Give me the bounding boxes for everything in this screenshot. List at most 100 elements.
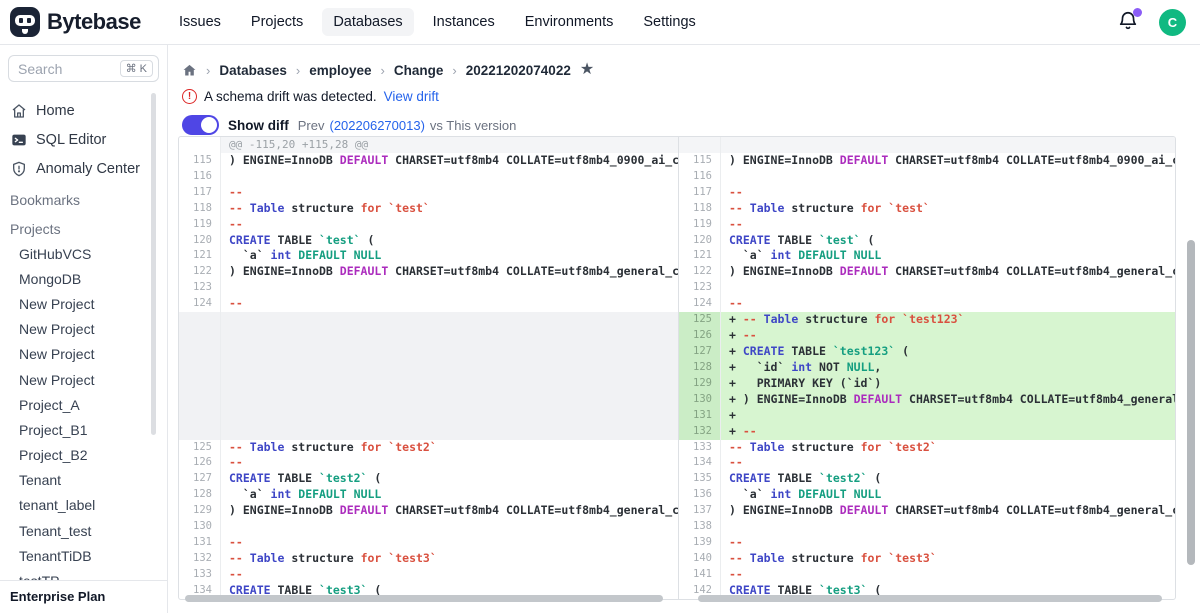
breadcrumb-item[interactable]: Change	[394, 63, 444, 78]
sidebar-item-sql-editor[interactable]: SQL Editor	[0, 125, 167, 154]
show-diff-toggle[interactable]	[182, 115, 219, 135]
diff-row: 121 `a` int DEFAULT NULL121 `a` int DEFA…	[179, 248, 1175, 264]
diff-line-number: 131	[179, 535, 221, 551]
search-input[interactable]: Search ⌘ K	[8, 55, 159, 82]
sidebar-project-item[interactable]: New Project	[0, 317, 167, 342]
main-vertical-scrollbar[interactable]	[1187, 240, 1195, 565]
sidebar-project-item[interactable]: Tenant_test	[0, 518, 167, 543]
sidebar-section-projects[interactable]: Projects	[0, 212, 167, 241]
diff-hunk-header: @@ -115,20 +115,28 @@	[221, 137, 678, 153]
sidebar-project-item[interactable]: Project_B1	[0, 417, 167, 442]
nav-item-environments[interactable]: Environments	[514, 8, 625, 36]
diff-code-line: `a` int DEFAULT NULL	[221, 487, 678, 503]
diff-left-side: 115) ENGINE=InnoDB DEFAULT CHARSET=utf8m…	[179, 153, 678, 169]
diff-toolbar: Show diff Prev (202206270013) vs This ve…	[168, 104, 1200, 135]
diff-code-line: CREATE TABLE `test` (	[221, 233, 678, 249]
diff-right-horizontal-scrollbar[interactable]	[698, 595, 1162, 602]
diff-code-line	[221, 169, 678, 185]
diff-line-number: 125	[179, 440, 221, 456]
diff-code-line: -- Table structure for `test`	[221, 201, 678, 217]
breadcrumb-item[interactable]: Databases	[219, 63, 287, 78]
nav-item-projects[interactable]: Projects	[240, 8, 314, 36]
breadcrumb-item[interactable]: 20221202074022	[466, 63, 571, 78]
diff-right-side: 117--	[678, 185, 1175, 201]
sidebar-item-home[interactable]: Home	[0, 96, 167, 125]
diff-left-side	[179, 408, 678, 424]
diff-code-line	[221, 408, 678, 424]
diff-line-number	[179, 424, 221, 440]
sidebar-item-anomaly-center[interactable]: Anomaly Center	[0, 154, 167, 183]
diff-right-side: 136 `a` int DEFAULT NULL	[678, 487, 1175, 503]
diff-left-side: 120CREATE TABLE `test` (	[179, 233, 678, 249]
diff-right-side: 140-- Table structure for `test3`	[678, 551, 1175, 567]
avatar[interactable]: C	[1159, 9, 1186, 36]
bytebase-logo-icon	[10, 7, 40, 37]
sidebar-project-item[interactable]: tenant_label	[0, 493, 167, 518]
search-shortcut-badge: ⌘ K	[120, 60, 153, 77]
terminal-icon	[10, 131, 27, 148]
diff-right-side: 126+ --	[678, 328, 1175, 344]
sidebar-project-item[interactable]: Project_B2	[0, 443, 167, 468]
sidebar-project-item[interactable]: New Project	[0, 342, 167, 367]
diff-code-line: + CREATE TABLE `test123` (	[721, 344, 1175, 360]
diff-line-number: 133	[679, 440, 721, 456]
sidebar-project-item[interactable]: New Project	[0, 367, 167, 392]
sidebar-project-item[interactable]: TenantTiDB	[0, 543, 167, 568]
sidebar-section-bookmarks[interactable]: Bookmarks	[0, 183, 167, 212]
diff-row: 126--134--	[179, 455, 1175, 471]
breadcrumb-item[interactable]: employee	[309, 63, 371, 78]
sidebar-project-item[interactable]: Project_A	[0, 392, 167, 417]
diff-row: 127CREATE TABLE `test2` (135CREATE TABLE…	[179, 471, 1175, 487]
sidebar-project-list: GitHubVCSMongoDBNew ProjectNew ProjectNe…	[0, 241, 167, 613]
diff-code-line: + --	[721, 424, 1175, 440]
diff-right-side: 119--	[678, 217, 1175, 233]
diff-right-side: 138	[678, 519, 1175, 535]
vs-this-version-label: vs This version	[430, 118, 516, 133]
nav-item-databases[interactable]: Databases	[322, 8, 413, 36]
diff-code-line: --	[221, 217, 678, 233]
favorite-star-icon[interactable]: ★	[580, 62, 594, 78]
sidebar-project-item[interactable]: GitHubVCS	[0, 241, 167, 266]
diff-row: 123123	[179, 280, 1175, 296]
main-content: ›Databases›employee›Change›2022120207402…	[168, 45, 1200, 613]
notification-dot	[1133, 8, 1142, 17]
prev-version-link[interactable]: (202206270013)	[329, 118, 424, 133]
diff-left-side: 130	[179, 519, 678, 535]
view-drift-link[interactable]: View drift	[384, 89, 439, 104]
diff-left-side: 122) ENGINE=InnoDB DEFAULT CHARSET=utf8m…	[179, 264, 678, 280]
diff-code-line: --	[721, 185, 1175, 201]
sidebar-project-item[interactable]: MongoDB	[0, 266, 167, 291]
nav-item-settings[interactable]: Settings	[632, 8, 706, 36]
brand[interactable]: Bytebase	[10, 7, 168, 37]
diff-left-side: 121 `a` int DEFAULT NULL	[179, 248, 678, 264]
diff-line-number: 115	[679, 153, 721, 169]
diff-code-line	[721, 137, 1175, 153]
diff-left-side: 125-- Table structure for `test2`	[179, 440, 678, 456]
nav-item-instances[interactable]: Instances	[422, 8, 506, 36]
drift-message: A schema drift was detected.	[204, 89, 377, 104]
sidebar-scrollbar[interactable]	[151, 93, 156, 435]
diff-left-side	[179, 312, 678, 328]
diff-left-side: @@ -115,20 +115,28 @@	[179, 137, 678, 153]
diff-left-side: 123	[179, 280, 678, 296]
diff-line-number: 118	[179, 201, 221, 217]
breadcrumb-separator: ›	[381, 63, 385, 78]
diff-code-line	[221, 328, 678, 344]
diff-right-side: 115) ENGINE=InnoDB DEFAULT CHARSET=utf8m…	[678, 153, 1175, 169]
diff-left-horizontal-scrollbar[interactable]	[185, 595, 663, 602]
notifications-button[interactable]	[1117, 10, 1141, 34]
diff-line-number: 130	[679, 392, 721, 408]
diff-code-line	[221, 424, 678, 440]
breadcrumb-home-icon[interactable]	[182, 63, 197, 78]
diff-left-side	[179, 360, 678, 376]
diff-left-side	[179, 392, 678, 408]
diff-line-number: 140	[679, 551, 721, 567]
nav-item-issues[interactable]: Issues	[168, 8, 232, 36]
sidebar-project-item[interactable]: New Project	[0, 291, 167, 316]
sidebar-project-item[interactable]: Tenant	[0, 468, 167, 493]
diff-row: 124--124--	[179, 296, 1175, 312]
diff-right-side: 122) ENGINE=InnoDB DEFAULT CHARSET=utf8m…	[678, 264, 1175, 280]
diff-line-number: 132	[679, 424, 721, 440]
diff-code-line: + -- Table structure for `test123`	[721, 312, 1175, 328]
diff-line-number: 132	[179, 551, 221, 567]
